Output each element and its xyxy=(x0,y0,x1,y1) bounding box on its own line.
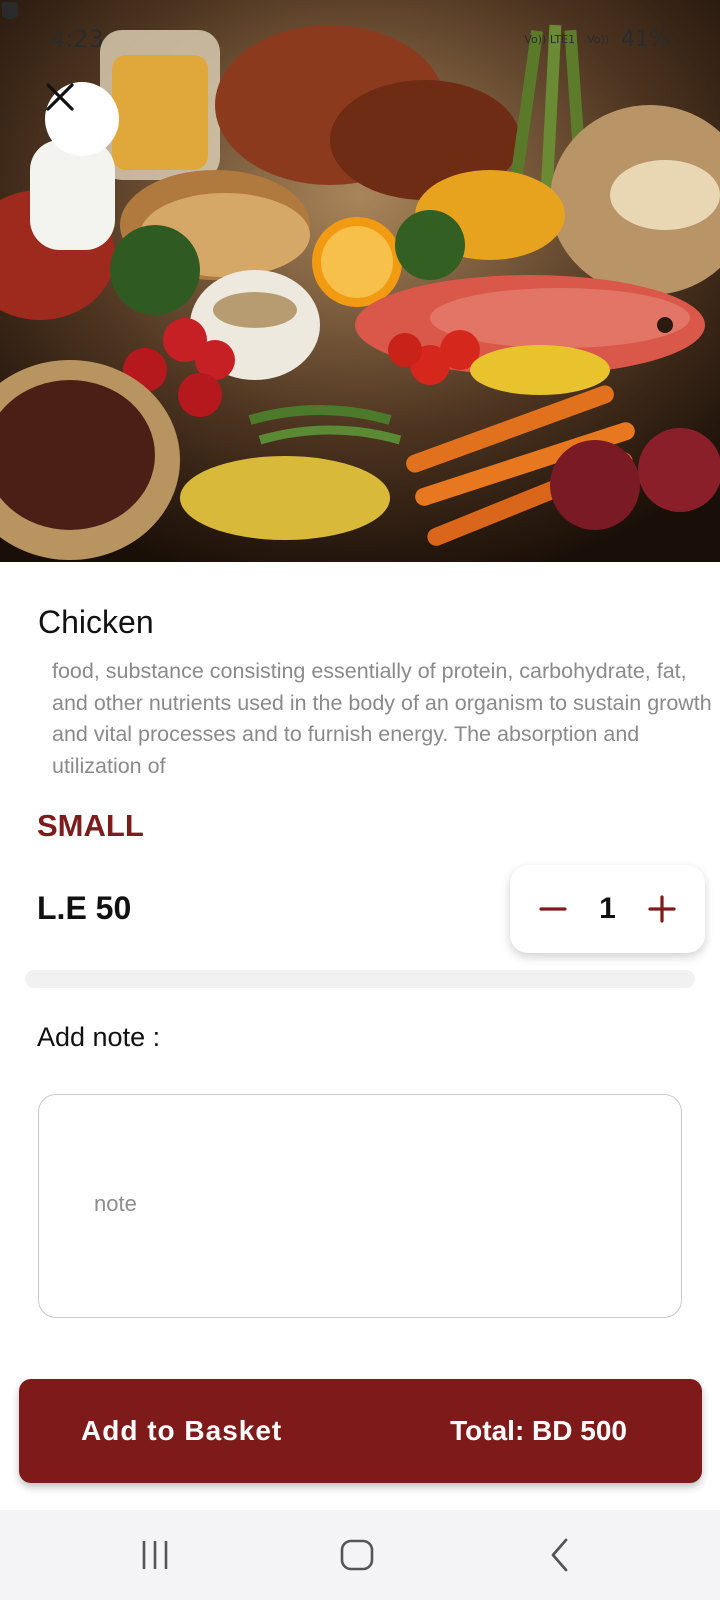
status-time: 4:23 xyxy=(50,25,104,53)
battery-icon xyxy=(3,5,9,15)
quantity-stepper: 1 xyxy=(510,865,705,953)
decrease-button[interactable] xyxy=(536,892,570,926)
home-button[interactable] xyxy=(332,1532,382,1578)
plus-icon xyxy=(648,895,676,923)
size-label: SMALL xyxy=(37,808,144,843)
note-box xyxy=(38,1094,682,1318)
recents-icon xyxy=(142,1541,168,1569)
back-button[interactable] xyxy=(535,1532,585,1578)
home-icon xyxy=(340,1539,374,1571)
network-2-label: Vo)) xyxy=(587,32,610,46)
section-divider xyxy=(25,970,695,988)
back-icon xyxy=(551,1538,568,1572)
product-image: 4:23 Vo)) LTE1 Vo)) 41% xyxy=(0,0,720,562)
system-nav-bar xyxy=(0,1510,720,1600)
note-label: Add note : xyxy=(37,1022,161,1052)
food-illustration xyxy=(0,0,720,562)
product-description: food, substance consisting essentially o… xyxy=(52,659,712,778)
close-icon xyxy=(46,83,74,111)
product-title: Chicken xyxy=(38,604,154,640)
product-price: L.E 50 xyxy=(37,890,132,926)
add-to-basket-label: Add to Basket xyxy=(81,1415,283,1446)
battery-percent: 41% xyxy=(621,26,670,52)
network-1-label: Vo)) LTE1 xyxy=(524,32,576,46)
add-to-basket-button[interactable]: Add to Basket Total: BD 500 xyxy=(19,1379,702,1483)
quantity-value: 1 xyxy=(599,892,616,925)
minus-icon xyxy=(539,907,567,911)
note-input[interactable] xyxy=(94,1191,654,1231)
recents-button[interactable] xyxy=(130,1532,180,1578)
status-bar: 4:23 Vo)) LTE1 Vo)) 41% xyxy=(0,0,720,78)
increase-button[interactable] xyxy=(645,892,679,926)
close-button[interactable] xyxy=(45,82,119,156)
basket-total: Total: BD 500 xyxy=(450,1415,627,1446)
